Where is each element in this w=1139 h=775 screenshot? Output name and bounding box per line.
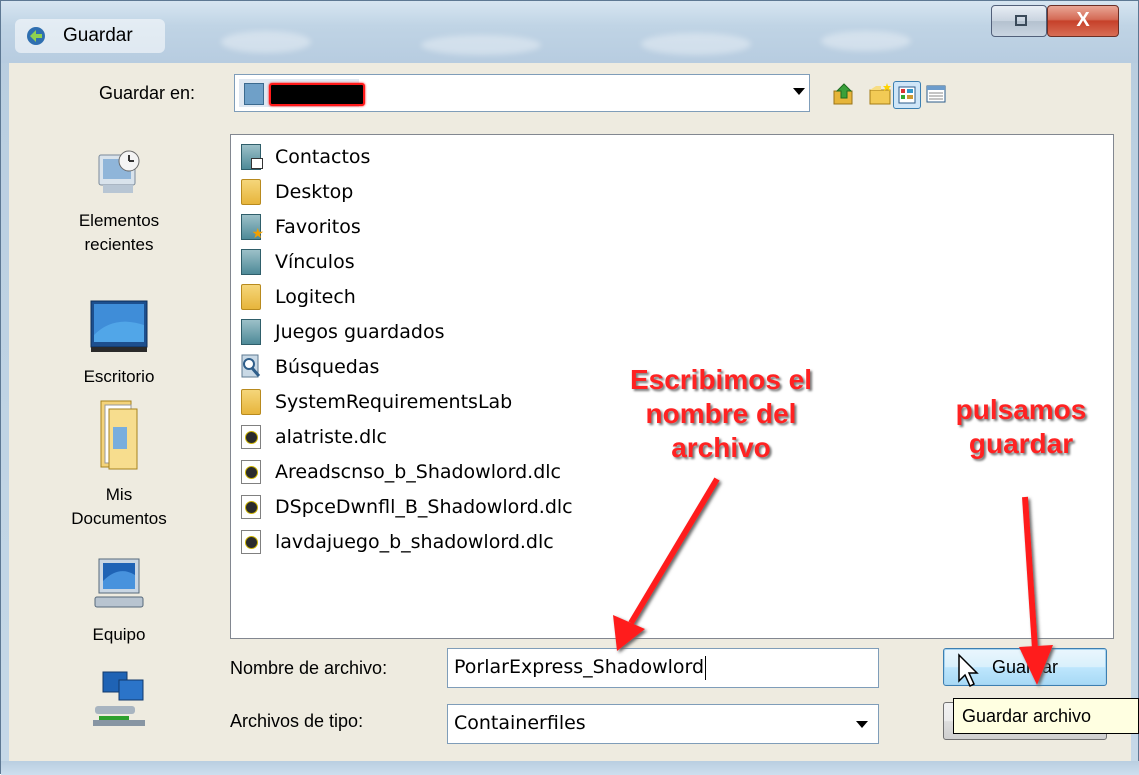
arrow-to-save [1019, 496, 1053, 685]
annotation-arrows [613, 477, 1053, 685]
arrow-to-filename [613, 477, 720, 651]
save-dialog-window: Guardar X Guardar en: Elementos reciente… [0, 0, 1139, 775]
